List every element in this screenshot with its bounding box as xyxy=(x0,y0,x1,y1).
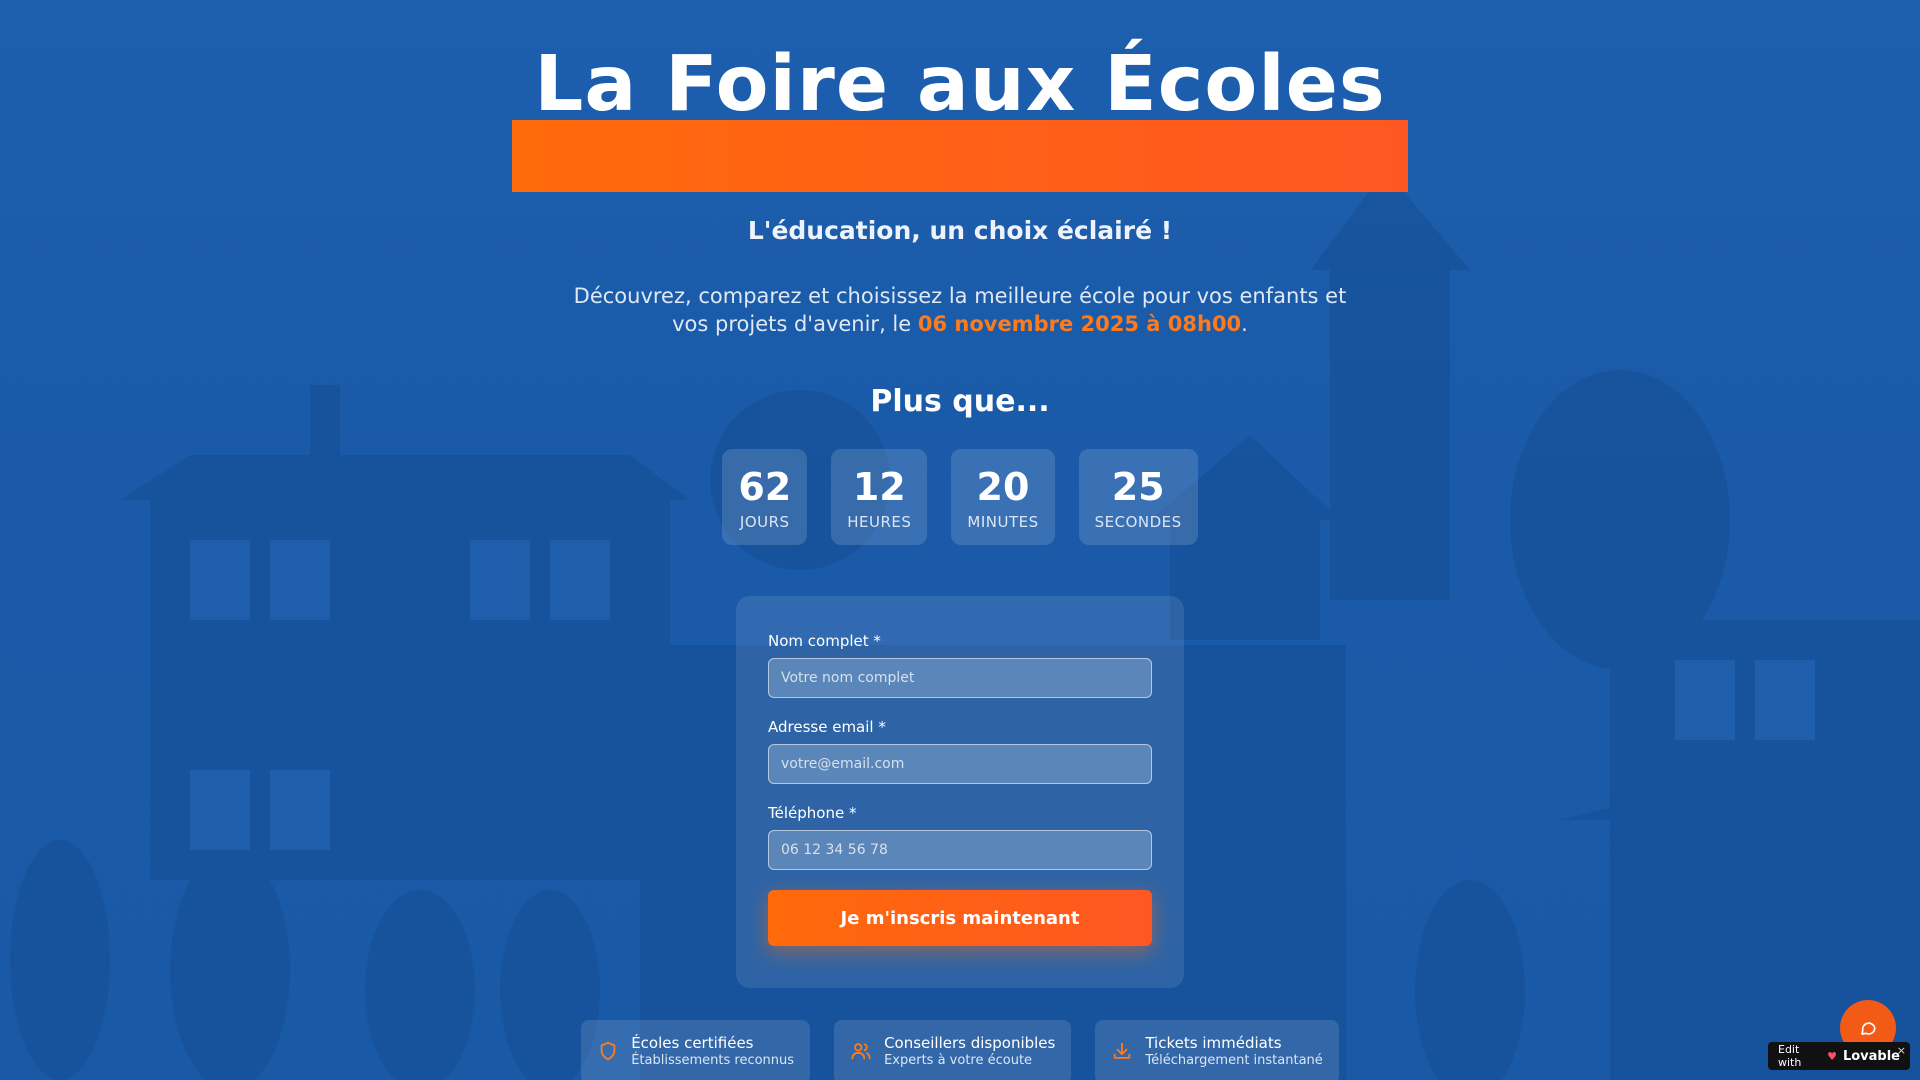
event-date: 06 novembre 2025 à 08h00 xyxy=(917,312,1242,336)
countdown-label: HEURES xyxy=(847,513,912,531)
countdown-minutes: 20 MINUTES xyxy=(951,449,1055,545)
feature-title: Écoles certifiées xyxy=(631,1034,754,1052)
phone-field[interactable] xyxy=(768,830,1152,870)
edit-with-label: Edit with xyxy=(1778,1043,1802,1069)
feature-subtitle: Téléchargement instantané xyxy=(1145,1053,1323,1068)
tagline: L'éducation, un choix éclairé ! xyxy=(747,216,1173,245)
feature-title: Tickets immédiats xyxy=(1145,1034,1282,1052)
countdown-timer: 62 JOURS 12 HEURES 20 MINUTES 25 SECONDE… xyxy=(0,449,1920,545)
email-field[interactable] xyxy=(768,744,1152,784)
feature-tickets: Tickets immédiats Téléchargement instant… xyxy=(1095,1020,1339,1080)
countdown-seconds: 25 SECONDES xyxy=(1078,449,1198,545)
title-highlight-bar xyxy=(512,120,1408,192)
phone-label: Téléphone * xyxy=(768,804,857,822)
name-label: Nom complet * xyxy=(768,632,881,650)
lovable-brand: Lovable xyxy=(1842,1048,1900,1064)
countdown-label: JOURS xyxy=(739,513,790,531)
close-icon[interactable]: × xyxy=(1897,1044,1906,1057)
features-row: Écoles certifiées Établissements reconnu… xyxy=(0,1020,1920,1080)
countdown-label: MINUTES xyxy=(967,513,1039,531)
name-field[interactable] xyxy=(768,658,1152,698)
feature-certified-schools: Écoles certifiées Établissements reconnu… xyxy=(581,1020,811,1080)
countdown-value: 62 xyxy=(738,465,792,509)
event-description: Découvrez, comparez et choisissez la mei… xyxy=(560,282,1360,338)
countdown-days: 62 JOURS xyxy=(722,449,808,545)
chat-bubble-icon xyxy=(1861,1022,1876,1035)
feature-subtitle: Experts à votre écoute xyxy=(884,1053,1033,1068)
countdown-heading: Plus que... xyxy=(870,384,1050,419)
countdown-label: SECONDES xyxy=(1094,513,1182,531)
countdown-hours: 12 HEURES xyxy=(831,449,928,545)
feature-subtitle: Établissements reconnus xyxy=(631,1053,795,1068)
lovable-badge[interactable]: Edit with ♥ Lovable × xyxy=(1768,1042,1910,1070)
page-title: La Foire aux Écoles xyxy=(534,40,1386,129)
countdown-value: 25 xyxy=(1111,465,1165,509)
countdown-value: 12 xyxy=(852,465,906,509)
feature-advisors: Conseillers disponibles Experts à votre … xyxy=(834,1020,1072,1080)
email-label: Adresse email * xyxy=(768,718,886,736)
users-icon xyxy=(851,1043,871,1060)
register-button[interactable]: Je m'inscris maintenant xyxy=(768,890,1152,946)
download-icon xyxy=(1114,1042,1131,1059)
description-end: . xyxy=(1241,312,1248,336)
shield-icon xyxy=(600,1041,616,1061)
feature-title: Conseillers disponibles xyxy=(884,1034,1056,1052)
countdown-value: 20 xyxy=(976,465,1030,509)
registration-form: Nom complet * Adresse email * Téléphone … xyxy=(736,596,1184,988)
heart-icon: ♥ xyxy=(1827,1049,1837,1063)
